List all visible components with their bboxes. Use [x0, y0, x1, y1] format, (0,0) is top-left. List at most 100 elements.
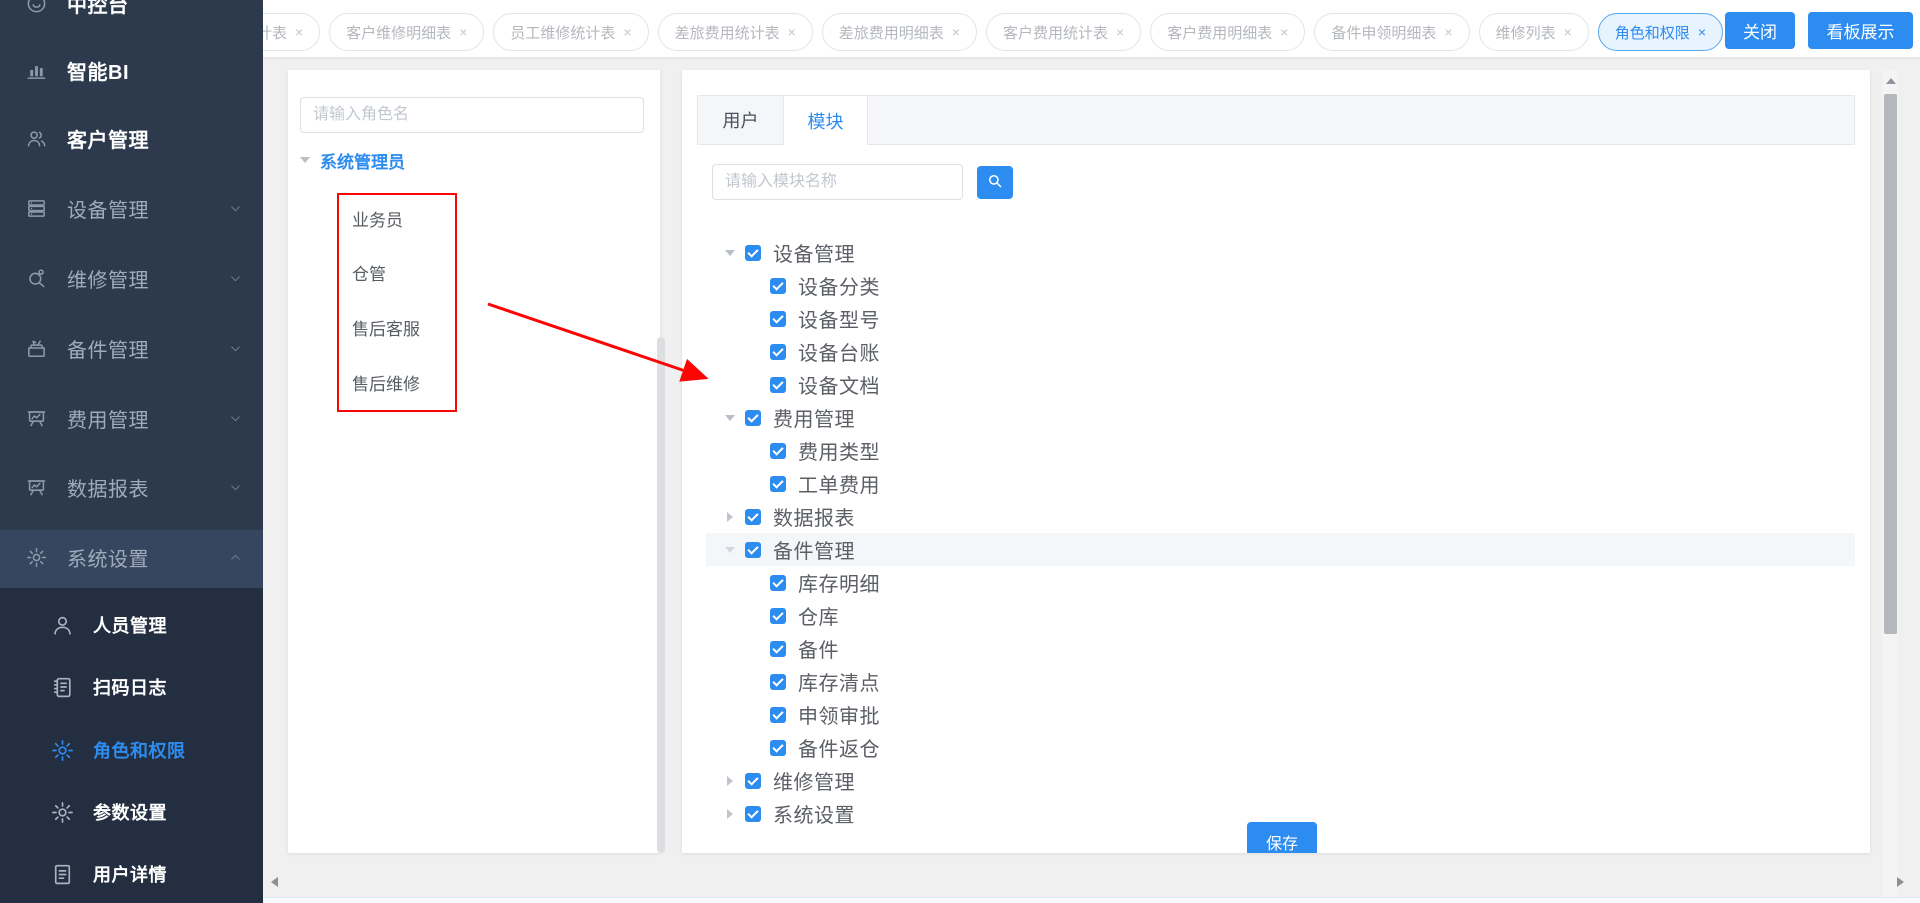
tab-6[interactable]: 客户费用明细表× — [1150, 13, 1305, 51]
module-tree-row-3[interactable]: 设备台账 — [682, 335, 1870, 368]
tab-close-icon[interactable]: × — [459, 25, 467, 39]
sidebar-item-7[interactable]: 数据报表 — [0, 465, 263, 509]
sidebar-item-3[interactable]: 设备管理 — [0, 186, 263, 230]
expand-arrow-icon[interactable] — [727, 809, 733, 819]
checkbox-checked[interactable] — [770, 344, 786, 360]
checkbox-checked[interactable] — [770, 311, 786, 327]
tab-close-icon[interactable]: × — [1698, 25, 1706, 39]
sidebar-subitem-2[interactable]: 角色和权限 — [0, 728, 263, 772]
tab-0[interactable]: 客户维修统计表× — [263, 13, 320, 51]
module-tree-row-13[interactable]: 库存清点 — [682, 665, 1870, 698]
tab-close-icon[interactable]: × — [1116, 25, 1124, 39]
module-tree-row-16[interactable]: 维修管理 — [682, 764, 1870, 797]
tab-5[interactable]: 客户费用统计表× — [986, 13, 1141, 51]
tab-2[interactable]: 员工维修统计表 × — [493, 13, 648, 51]
save-button[interactable]: 保存 — [1247, 822, 1317, 853]
tab-1[interactable]: 客户维修明细表× — [329, 13, 484, 51]
module-tree-row-9[interactable]: 备件管理 — [706, 533, 1855, 566]
module-tree-row-1[interactable]: 设备分类 — [682, 269, 1870, 302]
module-tree-row-11[interactable]: 仓库 — [682, 599, 1870, 632]
module-tree-row-10[interactable]: 库存明细 — [682, 566, 1870, 599]
tab-close-icon[interactable]: × — [1280, 25, 1288, 39]
sidebar-item-8[interactable]: 系统设置 — [0, 535, 263, 579]
checkbox-checked[interactable] — [770, 278, 786, 294]
checkbox-checked[interactable] — [745, 773, 761, 789]
checkbox-checked[interactable] — [770, 377, 786, 393]
checkbox-checked[interactable] — [770, 740, 786, 756]
sidebar-item-2[interactable]: 客户管理 — [0, 116, 263, 160]
board-display-button[interactable]: 看板展示 — [1808, 12, 1913, 49]
collapse-arrow-icon[interactable] — [300, 157, 310, 163]
bottom-scrollbar-track[interactable] — [263, 897, 1920, 903]
collapse-arrow-icon[interactable] — [725, 250, 735, 256]
module-tree-row-7[interactable]: 工单费用 — [682, 467, 1870, 500]
tab-3[interactable]: 差旅费用统计表× — [658, 13, 813, 51]
checkbox-checked[interactable] — [745, 410, 761, 426]
scrollbar-thumb[interactable] — [1884, 94, 1897, 634]
tab-close-icon[interactable]: × — [1564, 25, 1572, 39]
checkbox-checked[interactable] — [745, 542, 761, 558]
expand-arrow-icon[interactable] — [727, 776, 733, 786]
module-tree-row-14[interactable]: 申领审批 — [682, 698, 1870, 731]
checkbox-checked[interactable] — [745, 245, 761, 261]
expand-arrow-icon[interactable] — [727, 512, 733, 522]
sidebar-item-0[interactable]: 中控台 — [0, 0, 263, 25]
role-search-input[interactable] — [300, 97, 644, 133]
vertical-scrollbar[interactable] — [1883, 70, 1898, 897]
sidebar-item-5[interactable]: 备件管理 — [0, 326, 263, 370]
checkbox-checked[interactable] — [745, 806, 761, 822]
checkbox-checked[interactable] — [770, 608, 786, 624]
tab-close-icon[interactable]: × — [1444, 25, 1452, 39]
checkbox-checked[interactable] — [770, 443, 786, 459]
role-panel: 系统管理员 业务员仓管售后客服售后维修 — [288, 70, 660, 853]
role-item-3[interactable]: 售后维修 — [352, 368, 420, 396]
module-tree-row-4[interactable]: 设备文档 — [682, 368, 1870, 401]
scroll-right-arrow-icon[interactable] — [1897, 877, 1904, 887]
sidebar-item-1[interactable]: 智能BI — [0, 48, 263, 92]
checkbox-checked[interactable] — [770, 641, 786, 657]
module-tree-row-12[interactable]: 备件 — [682, 632, 1870, 665]
module-tree-row-8[interactable]: 数据报表 — [682, 500, 1870, 533]
checkbox-checked[interactable] — [770, 476, 786, 492]
perm-tab-1[interactable]: 模块 — [783, 96, 868, 145]
role-item-2[interactable]: 售后客服 — [352, 313, 420, 341]
sidebar-subitem-4[interactable]: 用户详情 — [0, 852, 263, 896]
tab-label: 员工维修统计表 — [510, 22, 615, 43]
tab-9[interactable]: 角色和权限× — [1598, 13, 1723, 51]
sidebar-item-4[interactable]: 维修管理 — [0, 256, 263, 300]
module-search-input[interactable] — [712, 164, 963, 200]
module-tree-row-15[interactable]: 备件返仓 — [682, 731, 1870, 764]
sidebar-subitem-1[interactable]: 扫码日志 — [0, 665, 263, 709]
report-icon — [25, 476, 48, 499]
scroll-left-arrow-icon[interactable] — [271, 877, 278, 887]
module-tree-row-0[interactable]: 设备管理 — [682, 236, 1870, 269]
tab-4[interactable]: 差旅费用明细表× — [822, 13, 977, 51]
checkbox-checked[interactable] — [770, 707, 786, 723]
tab-8[interactable]: 维修列表× — [1479, 13, 1589, 51]
sidebar-subitem-3[interactable]: 参数设置 — [0, 790, 263, 834]
sidebar-subitem-0[interactable]: 人员管理 — [0, 603, 263, 647]
checkbox-checked[interactable] — [770, 674, 786, 690]
module-search-button[interactable] — [977, 166, 1013, 199]
tab-close-icon[interactable]: × — [623, 25, 631, 39]
close-button[interactable]: 关闭 — [1725, 12, 1795, 49]
scroll-up-arrow-icon[interactable] — [1886, 78, 1896, 84]
tab-close-icon[interactable]: × — [295, 25, 303, 39]
sidebar-item-6[interactable]: 费用管理 — [0, 396, 263, 440]
role-item-1[interactable]: 仓管 — [352, 258, 386, 286]
perm-tab-0[interactable]: 用户 — [698, 96, 783, 144]
tab-close-icon[interactable]: × — [788, 25, 796, 39]
role-tree-root[interactable]: 系统管理员 — [300, 146, 405, 174]
module-tree-row-5[interactable]: 费用管理 — [682, 401, 1870, 434]
module-tree-row-2[interactable]: 设备型号 — [682, 302, 1870, 335]
scrollbar-thumb[interactable] — [657, 337, 665, 853]
tab-close-icon[interactable]: × — [952, 25, 960, 39]
checkbox-checked[interactable] — [770, 575, 786, 591]
role-panel-scrollbar[interactable] — [655, 70, 667, 853]
role-item-0[interactable]: 业务员 — [352, 204, 403, 232]
collapse-arrow-icon[interactable] — [725, 547, 735, 553]
checkbox-checked[interactable] — [745, 509, 761, 525]
tab-7[interactable]: 备件申领明细表× — [1314, 13, 1469, 51]
module-tree-row-6[interactable]: 费用类型 — [682, 434, 1870, 467]
collapse-arrow-icon[interactable] — [725, 415, 735, 421]
